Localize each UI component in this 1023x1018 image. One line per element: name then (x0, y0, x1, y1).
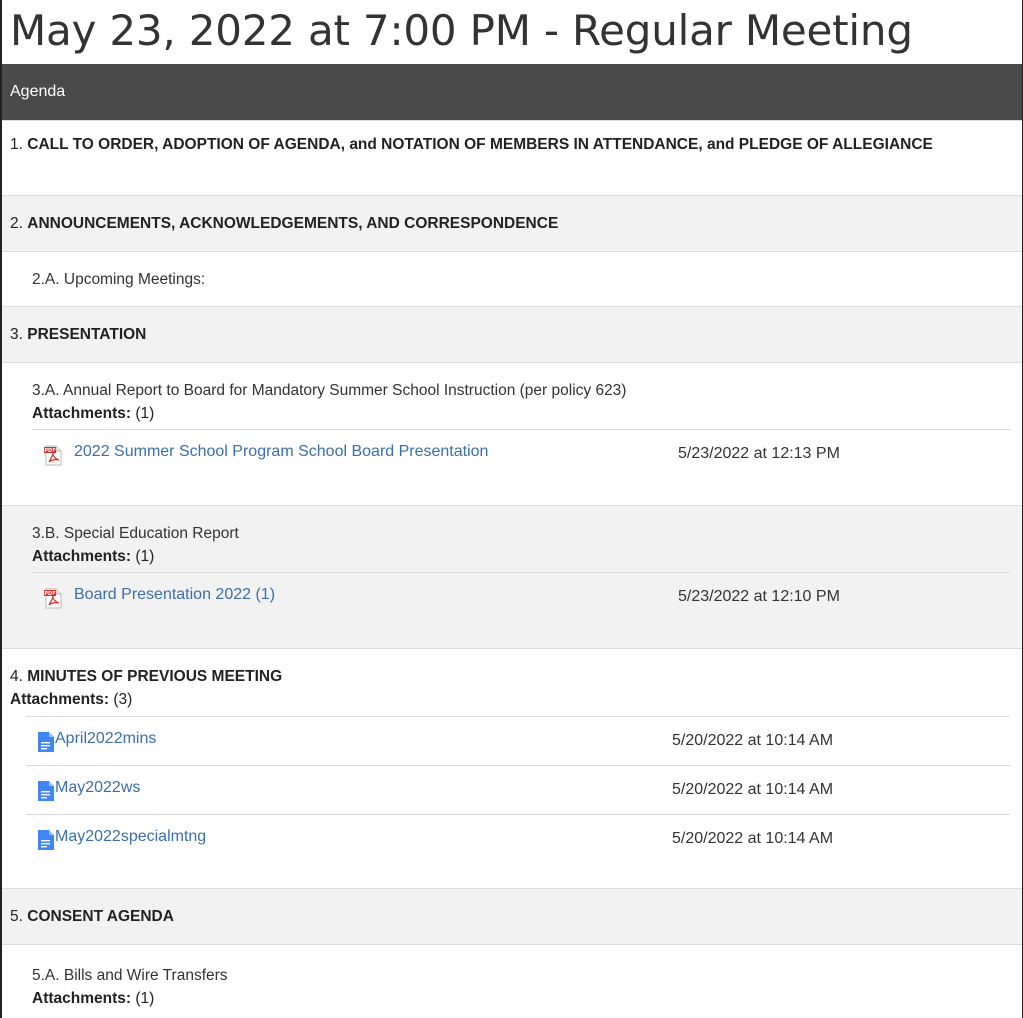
attachment-date: 5/23/2022 at 12:10 PM (678, 588, 840, 605)
attachment-row[interactable]: May2022specialmtng 5/20/2022 at 10:14 AM (26, 814, 1010, 863)
item-title: ANNOUNCEMENTS, ACKNOWLEDGEMENTS, AND COR… (27, 215, 559, 232)
attachment-link[interactable]: 2022 Summer School Program School Board … (74, 443, 488, 461)
item-number: 2. (10, 215, 23, 232)
attachment-date: 5/20/2022 at 10:14 AM (672, 732, 834, 749)
attachment-link[interactable]: Board Presentation 2022 (1) (74, 586, 275, 604)
svg-text:PDF: PDF (44, 448, 55, 454)
agenda-header-label: Agenda (10, 83, 66, 100)
agenda-item-3[interactable]: 3. PRESENTATION (2, 306, 1022, 362)
attachments-label: Attachments: (1) (32, 405, 155, 422)
item-title: PRESENTATION (27, 326, 147, 343)
attachment-link[interactable]: May2022specialmtng (55, 828, 206, 846)
google-doc-icon (37, 780, 55, 807)
attachments-label: Attachments: (1) (32, 548, 155, 565)
agenda-header: Agenda (2, 64, 1022, 120)
attachments-count: (3) (113, 691, 133, 708)
sub-item-title: 3.B. Special Education Report (32, 525, 239, 542)
agenda-item-5a[interactable]: 5.A. Bills and Wire Transfers Attachment… (2, 944, 1022, 1018)
attachment-row[interactable]: PDF Board Presentation 2022 (1) 5/23/202… (32, 572, 1010, 620)
svg-text:PDF: PDF (44, 591, 55, 597)
attachments-count: (1) (135, 990, 155, 1007)
agenda-item-heading: 5. CONSENT AGENDA (10, 904, 1014, 929)
page-title: May 23, 2022 at 7:00 PM - Regular Meetin… (10, 6, 913, 55)
agenda-item-heading: 2. ANNOUNCEMENTS, ACKNOWLEDGEMENTS, AND … (10, 211, 1014, 236)
agenda-item-2a[interactable]: 2.A. Upcoming Meetings: (2, 251, 1022, 306)
sub-item-title: 5.A. Bills and Wire Transfers (32, 967, 228, 984)
attachment-date: 5/20/2022 at 10:14 AM (672, 830, 834, 847)
attachment-date: 5/20/2022 at 10:14 AM (672, 781, 834, 798)
attachment-list: April2022mins 5/20/2022 at 10:14 AM May2… (26, 716, 1010, 863)
agenda-item-3a[interactable]: 3.A. Annual Report to Board for Mandator… (2, 362, 1022, 505)
pdf-icon: PDF (43, 587, 65, 614)
meeting-page: May 23, 2022 at 7:00 PM - Regular Meetin… (0, 0, 1023, 1018)
attachment-link[interactable]: April2022mins (55, 730, 156, 748)
attachment-date: 5/23/2022 at 12:13 PM (678, 445, 840, 462)
item-number: 1. (10, 136, 23, 153)
item-title: CONSENT AGENDA (27, 908, 174, 925)
google-doc-icon (37, 731, 55, 758)
agenda-item-heading: 4. MINUTES OF PREVIOUS MEETING (10, 666, 1010, 688)
attachments-count: (1) (135, 405, 155, 422)
agenda-item-heading: 1. CALL TO ORDER, ADOPTION OF AGENDA, an… (10, 132, 1014, 157)
attachments-label: Attachments: (3) (10, 691, 133, 708)
agenda-item-1[interactable]: 1. CALL TO ORDER, ADOPTION OF AGENDA, an… (2, 120, 1022, 195)
pdf-icon: PDF (43, 444, 65, 471)
item-title: CALL TO ORDER, ADOPTION OF AGENDA, and N… (27, 136, 933, 153)
item-number: 3. (10, 326, 23, 343)
sub-item-title: 2.A. Upcoming Meetings: (32, 271, 206, 288)
attachment-row[interactable]: PDF 2022 Summer School Program School Bo… (32, 429, 1010, 477)
google-doc-icon (37, 829, 55, 856)
agenda-item-3b[interactable]: 3.B. Special Education Report Attachment… (2, 505, 1022, 648)
agenda-item-heading: 3. PRESENTATION (10, 322, 1014, 347)
sub-item-title: 3.A. Annual Report to Board for Mandator… (32, 382, 627, 399)
agenda-item-2[interactable]: 2. ANNOUNCEMENTS, ACKNOWLEDGEMENTS, AND … (2, 195, 1022, 251)
item-number: 5. (10, 908, 23, 925)
agenda-item-4[interactable]: 4. MINUTES OF PREVIOUS MEETING Attachmen… (2, 648, 1022, 888)
attachments-count: (1) (135, 548, 155, 565)
agenda-item-5[interactable]: 5. CONSENT AGENDA (2, 888, 1022, 944)
attachment-row[interactable]: April2022mins 5/20/2022 at 10:14 AM (26, 716, 1010, 765)
attachment-row[interactable]: May2022ws 5/20/2022 at 10:14 AM (26, 765, 1010, 814)
attachment-link[interactable]: May2022ws (55, 779, 140, 797)
item-title: MINUTES OF PREVIOUS MEETING (27, 668, 283, 685)
attachments-label: Attachments: (1) (32, 990, 155, 1007)
item-number: 4. (10, 668, 23, 685)
